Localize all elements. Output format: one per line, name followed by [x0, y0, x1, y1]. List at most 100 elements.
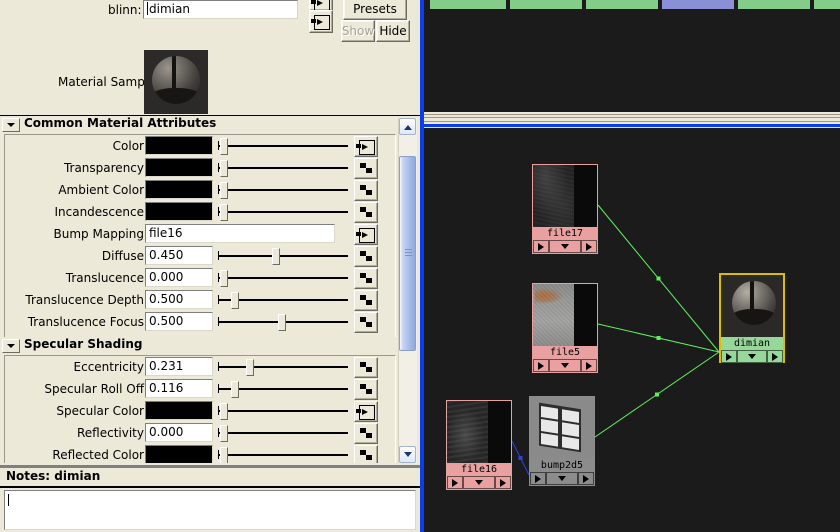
attribute-number-input[interactable]: 0.000	[145, 423, 213, 442]
slider-notch	[218, 207, 219, 216]
attribute-slider[interactable]	[218, 379, 348, 398]
map-checker-button[interactable]	[354, 246, 378, 267]
notes-textarea[interactable]	[4, 490, 416, 530]
section-header-common[interactable]: Common Material Attributes	[0, 116, 420, 132]
slider-thumb[interactable]	[220, 182, 228, 199]
material-name-input[interactable]: dimian	[143, 0, 298, 19]
color-swatch[interactable]	[145, 445, 213, 463]
node-input-port[interactable]	[530, 472, 546, 485]
hypershade-tabstrip[interactable]	[424, 0, 840, 10]
map-input-button[interactable]	[354, 136, 378, 157]
attribute-slider[interactable]	[218, 423, 348, 442]
attribute-number-input[interactable]: 0.231	[145, 357, 213, 376]
attribute-slider[interactable]	[218, 136, 348, 155]
goto-output-button[interactable]	[309, 10, 333, 33]
node-expand-button[interactable]	[737, 350, 767, 363]
graph-node-file5[interactable]: file5	[532, 283, 598, 373]
slider-thumb[interactable]	[220, 425, 228, 442]
map-checker-button[interactable]	[354, 158, 378, 179]
graph-node-file17[interactable]: file17	[532, 164, 598, 254]
attribute-number-input[interactable]: 0.500	[145, 290, 213, 309]
node-input-port[interactable]	[533, 240, 549, 253]
node-output-port[interactable]	[581, 240, 597, 253]
attribute-slider[interactable]	[218, 445, 348, 463]
attribute-number-input[interactable]: 0.000	[145, 268, 213, 287]
map-checker-button[interactable]	[354, 180, 378, 201]
map-checker-button[interactable]	[354, 423, 378, 444]
map-checker-button[interactable]	[354, 290, 378, 311]
hide-button[interactable]: Hide	[376, 20, 410, 42]
node-label: dimian	[721, 337, 783, 350]
node-input-port[interactable]	[721, 350, 737, 363]
node-expand-button[interactable]	[549, 359, 581, 372]
node-expand-button[interactable]	[463, 476, 495, 489]
hypershade-tab[interactable]	[814, 0, 840, 10]
map-checker-button[interactable]	[354, 268, 378, 289]
attribute-slider[interactable]	[218, 401, 348, 420]
map-checker-button[interactable]	[354, 357, 378, 378]
node-expand-button[interactable]	[549, 240, 581, 253]
section-header-specular[interactable]: Specular Shading	[0, 337, 420, 353]
slider-thumb[interactable]	[220, 160, 228, 177]
node-output-port[interactable]	[581, 359, 597, 372]
collapse-triangle-icon[interactable]	[2, 339, 20, 353]
attribute-slider[interactable]	[218, 158, 348, 177]
hypershade-tab[interactable]	[510, 0, 582, 10]
graph-node-dimian[interactable]: dimian	[719, 273, 785, 363]
attribute-text-input[interactable]: file16	[145, 224, 335, 243]
hypershade-tab[interactable]	[430, 0, 506, 10]
map-checker-button[interactable]	[354, 445, 378, 463]
attribute-slider[interactable]	[218, 180, 348, 199]
graph-node-file16[interactable]: file16	[446, 400, 512, 490]
slider-thumb[interactable]	[278, 314, 286, 331]
collapse-triangle-icon[interactable]	[2, 118, 20, 132]
node-output-port[interactable]	[767, 350, 783, 363]
node-input-port[interactable]	[533, 359, 549, 372]
material-sample-swatch[interactable]	[144, 50, 208, 114]
node-expand-button[interactable]	[546, 472, 578, 485]
attribute-slider[interactable]	[218, 246, 348, 265]
attribute-slider[interactable]	[218, 290, 348, 309]
color-swatch[interactable]	[145, 136, 213, 155]
graph-node-bump2d5[interactable]: bump2d5	[529, 396, 595, 486]
color-swatch[interactable]	[145, 401, 213, 420]
node-output-port[interactable]	[495, 476, 511, 489]
slider-thumb[interactable]	[220, 138, 228, 155]
attribute-number-input[interactable]: 0.450	[145, 246, 213, 265]
scroll-up-button[interactable]	[399, 118, 416, 135]
presets-button[interactable]: Presets	[343, 0, 407, 20]
slider-thumb[interactable]	[220, 447, 228, 463]
slider-thumb[interactable]	[231, 381, 239, 398]
slider-thumb[interactable]	[220, 270, 228, 287]
map-input-button[interactable]	[354, 401, 378, 422]
scroll-down-button[interactable]	[399, 446, 416, 463]
attribute-label: Ambient Color	[58, 183, 144, 197]
attributes-scrollbar[interactable]	[398, 118, 417, 463]
node-output-port[interactable]	[578, 472, 594, 485]
map-checker-button[interactable]	[354, 202, 378, 223]
map-checker-button[interactable]	[354, 312, 378, 333]
color-swatch[interactable]	[145, 202, 213, 221]
attribute-number-input[interactable]: 0.500	[145, 312, 213, 331]
slider-thumb[interactable]	[220, 204, 228, 221]
slider-thumb[interactable]	[272, 248, 280, 265]
map-checker-button[interactable]	[354, 379, 378, 400]
attribute-slider[interactable]	[218, 268, 348, 287]
hypershade-tab[interactable]	[586, 0, 658, 10]
slider-thumb[interactable]	[220, 403, 228, 420]
slider-thumb[interactable]	[231, 292, 239, 309]
slider-thumb[interactable]	[246, 359, 254, 376]
hypershade-tab[interactable]	[662, 0, 734, 10]
attribute-number-input[interactable]: 0.116	[145, 379, 213, 398]
checker-icon	[360, 450, 372, 461]
node-input-port[interactable]	[447, 476, 463, 489]
color-swatch[interactable]	[145, 180, 213, 199]
scrollbar-thumb[interactable]	[399, 156, 416, 351]
hypershade-tab[interactable]	[738, 0, 810, 10]
node-graph-canvas[interactable]: file17 file5 file16 bump2d5 dimian	[424, 128, 840, 532]
attribute-slider[interactable]	[218, 202, 348, 221]
attribute-slider[interactable]	[218, 357, 348, 376]
attribute-slider[interactable]	[218, 312, 348, 331]
color-swatch[interactable]	[145, 158, 213, 177]
map-input-button[interactable]	[354, 224, 378, 245]
